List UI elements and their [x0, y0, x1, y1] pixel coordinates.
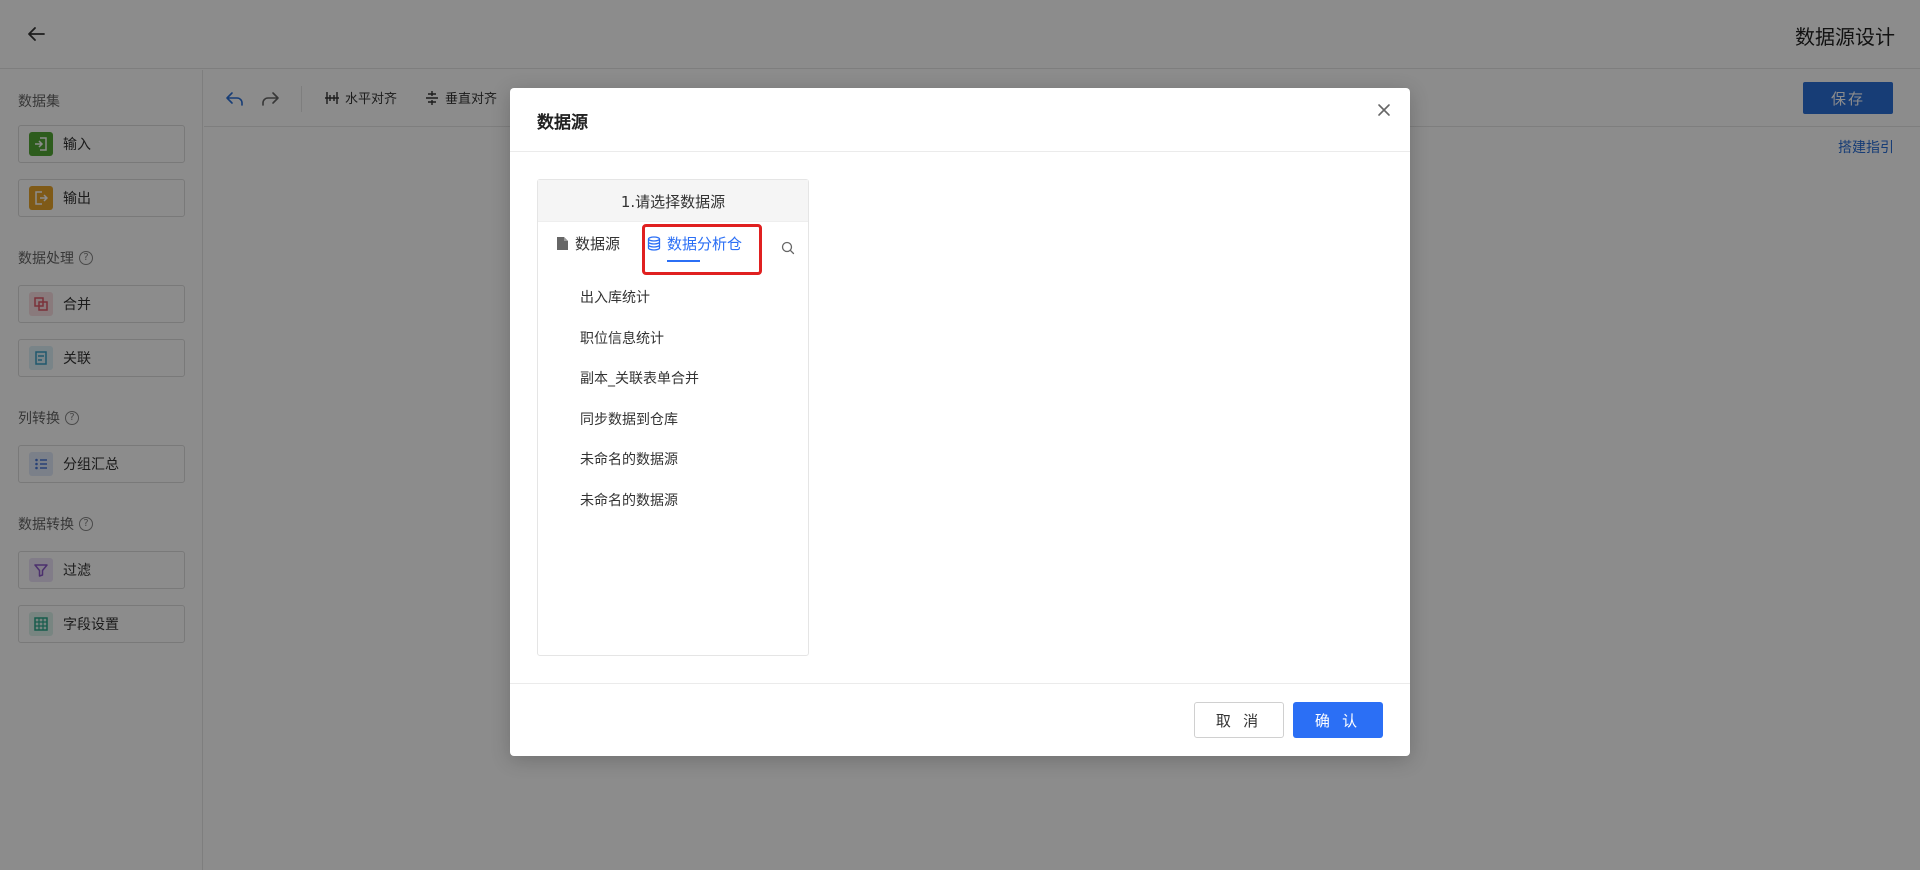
- highlight-annotation-box: [642, 224, 762, 275]
- tab-label: 数据源: [575, 235, 621, 253]
- cancel-button[interactable]: 取 消: [1194, 702, 1284, 738]
- datasource-tabs: 数据源 数据分析仓: [538, 222, 808, 275]
- search-icon[interactable]: [780, 240, 796, 256]
- dialog-header: 数据源: [510, 88, 1410, 152]
- dialog-footer: 取 消 确 认: [510, 683, 1410, 756]
- list-item[interactable]: 副本_关联表单合并: [538, 359, 808, 400]
- list-item[interactable]: 未命名的数据源: [538, 440, 808, 481]
- list-item[interactable]: 出入库统计: [538, 278, 808, 319]
- file-icon: [557, 237, 568, 250]
- datasource-selector: 1.请选择数据源 数据源 数据分析仓 出入库统计 职位信息统计 副本_关联表单合…: [537, 179, 809, 656]
- datasource-dialog: 数据源 1.请选择数据源 数据源 数据分析仓 出入库统计 职位信息统计 副本_关…: [510, 88, 1410, 756]
- tab-datasource[interactable]: 数据源: [556, 233, 620, 254]
- list-item[interactable]: 同步数据到仓库: [538, 400, 808, 441]
- confirm-button[interactable]: 确 认: [1293, 702, 1383, 738]
- step-title: 1.请选择数据源: [538, 180, 808, 222]
- dialog-title: 数据源: [537, 113, 588, 133]
- list-item[interactable]: 未命名的数据源: [538, 481, 808, 522]
- close-icon[interactable]: [1372, 98, 1396, 122]
- warehouse-list: 出入库统计 职位信息统计 副本_关联表单合并 同步数据到仓库 未命名的数据源 未…: [538, 274, 808, 521]
- list-item[interactable]: 职位信息统计: [538, 319, 808, 360]
